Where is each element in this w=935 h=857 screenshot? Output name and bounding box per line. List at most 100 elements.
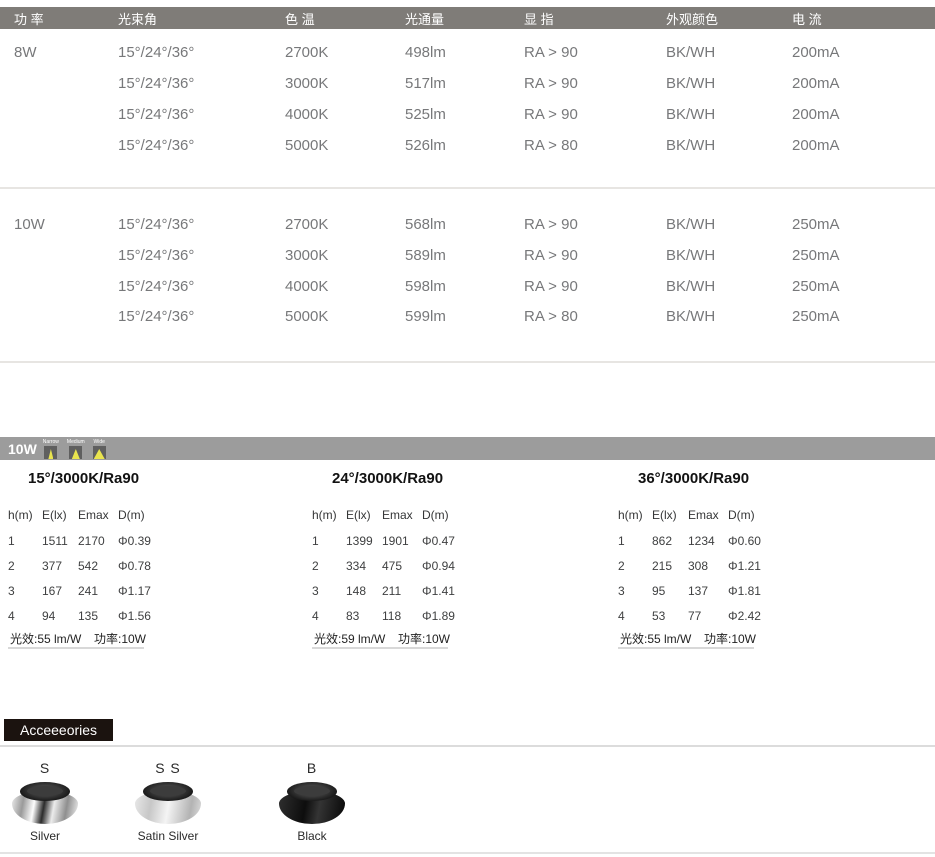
beam-cell: 15°/24°/36° — [118, 278, 285, 295]
flux-cell: 517lm — [405, 75, 524, 92]
table-row: 1 862 1234 Φ0.60 — [618, 534, 778, 548]
beam-mode-label: Narrow — [43, 439, 59, 445]
power-cell: 8W — [14, 44, 118, 61]
current-cell: 200mA — [792, 44, 935, 61]
beam-cell: 15°/24°/36° — [118, 75, 285, 92]
cct-cell: 4000K — [285, 278, 405, 295]
col-h: h(m) — [8, 508, 42, 522]
efficacy-value: 光效:55 lm/W — [10, 630, 94, 647]
beam-mode-medium: Medium — [67, 439, 85, 459]
current-cell: 250mA — [792, 216, 935, 233]
accessory-code: B — [262, 760, 362, 780]
cell: Φ0.94 — [422, 559, 472, 573]
col-header-cri: 显 指 — [524, 9, 666, 28]
col-d: D(m) — [728, 508, 778, 522]
accessories-section-label: Acceeeories — [4, 719, 113, 741]
power-value: 功率:10W — [398, 630, 450, 647]
silver-ring-image — [12, 782, 78, 824]
finish-cell: BK/WH — [666, 308, 792, 325]
cell: Φ0.39 — [118, 534, 168, 548]
spec-table-header: 功 率 光束角 色 温 光通量 显 指 外观颜色 电 流 — [0, 7, 935, 29]
accessory-name: Silver — [0, 829, 95, 843]
cell: 1234 — [688, 534, 728, 548]
cell: 1 — [312, 534, 346, 548]
col-emax: Emax — [382, 508, 422, 522]
cct-cell: 5000K — [285, 137, 405, 154]
beam-cell: 15°/24°/36° — [118, 106, 285, 123]
cell: 2170 — [78, 534, 118, 548]
photometric-table-header: h(m) E(lx) Emax D(m) — [8, 508, 168, 522]
cct-cell: 5000K — [285, 308, 405, 325]
accessory-item-silver: S Silver — [0, 760, 95, 843]
table-underline — [618, 647, 754, 649]
photometric-table-15deg: 15°/3000K/Ra90 h(m) E(lx) Emax D(m) 1 15… — [8, 466, 248, 656]
cell: 1 — [618, 534, 652, 548]
col-header-color-temp: 色 温 — [285, 9, 405, 28]
table-row: 3 95 137 Φ1.81 — [618, 584, 778, 598]
finish-cell: BK/WH — [666, 137, 792, 154]
cell: 475 — [382, 559, 422, 573]
spec-row: 8W 15°/24°/36° 2700K 498lm RA > 90 BK/WH… — [14, 44, 935, 61]
cell: Φ0.78 — [118, 559, 168, 573]
photometric-table-24deg: 24°/3000K/Ra90 h(m) E(lx) Emax D(m) 1 13… — [312, 466, 552, 656]
cell: 211 — [382, 584, 422, 598]
power-cell — [14, 278, 118, 295]
cct-cell: 3000K — [285, 75, 405, 92]
col-header-current: 电 流 — [792, 9, 935, 28]
table-footer: 光效:55 lm/W 功率:10W — [620, 630, 756, 647]
cell: 1511 — [42, 534, 78, 548]
finish-cell: BK/WH — [666, 278, 792, 295]
current-cell: 200mA — [792, 106, 935, 123]
photometric-table-36deg: 36°/3000K/Ra90 h(m) E(lx) Emax D(m) 1 86… — [618, 466, 858, 656]
cell: 215 — [652, 559, 688, 573]
finish-cell: BK/WH — [666, 247, 792, 264]
black-ring-image — [279, 782, 345, 824]
col-header-finish-color: 外观颜色 — [666, 9, 792, 28]
cell: 135 — [78, 609, 118, 623]
cell: 3 — [618, 584, 652, 598]
power-cell — [14, 308, 118, 325]
flux-cell: 526lm — [405, 137, 524, 154]
cell: Φ1.89 — [422, 609, 472, 623]
current-cell: 200mA — [792, 75, 935, 92]
table-row: 2 215 308 Φ1.21 — [618, 559, 778, 573]
cell: 167 — [42, 584, 78, 598]
flux-cell: 599lm — [405, 308, 524, 325]
beam-mode-wide: Wide — [93, 439, 106, 459]
col-emax: Emax — [78, 508, 118, 522]
cell: 148 — [346, 584, 382, 598]
cell: 241 — [78, 584, 118, 598]
satin-silver-ring-image — [135, 782, 201, 824]
col-e: E(lx) — [346, 508, 382, 522]
photometric-table-header: h(m) E(lx) Emax D(m) — [618, 508, 778, 522]
finish-cell: BK/WH — [666, 216, 792, 233]
col-h: h(m) — [312, 508, 346, 522]
col-d: D(m) — [422, 508, 472, 522]
col-header-beam-angle: 光束角 — [118, 9, 285, 28]
accessory-name: Black — [262, 829, 362, 843]
table-row: 3 148 211 Φ1.41 — [312, 584, 472, 598]
cell: 118 — [382, 609, 422, 623]
datasheet-page: 功 率 光束角 色 温 光通量 显 指 外观颜色 电 流 8W 15°/24°/… — [0, 0, 935, 857]
spec-row: 15°/24°/36° 3000K 589lm RA > 90 BK/WH 25… — [14, 247, 935, 264]
table-row: 1 1511 2170 Φ0.39 — [8, 534, 168, 548]
beam-cell: 15°/24°/36° — [118, 247, 285, 264]
power-cell — [14, 247, 118, 264]
cell: 334 — [346, 559, 382, 573]
cell: 2 — [312, 559, 346, 573]
cct-cell: 3000K — [285, 247, 405, 264]
photometry-band: 10W Narrow Medium Wide — [0, 437, 935, 460]
cell: 94 — [42, 609, 78, 623]
beam-cell: 15°/24°/36° — [118, 137, 285, 154]
col-d: D(m) — [118, 508, 168, 522]
current-cell: 200mA — [792, 137, 935, 154]
col-header-power: 功 率 — [14, 9, 118, 28]
medium-beam-icon — [69, 446, 82, 459]
cell: 2 — [8, 559, 42, 573]
flux-cell: 598lm — [405, 278, 524, 295]
cell: Φ0.47 — [422, 534, 472, 548]
current-cell: 250mA — [792, 308, 935, 325]
table-row: 4 83 118 Φ1.89 — [312, 609, 472, 623]
power-cell: 10W — [14, 216, 118, 233]
cell: 377 — [42, 559, 78, 573]
